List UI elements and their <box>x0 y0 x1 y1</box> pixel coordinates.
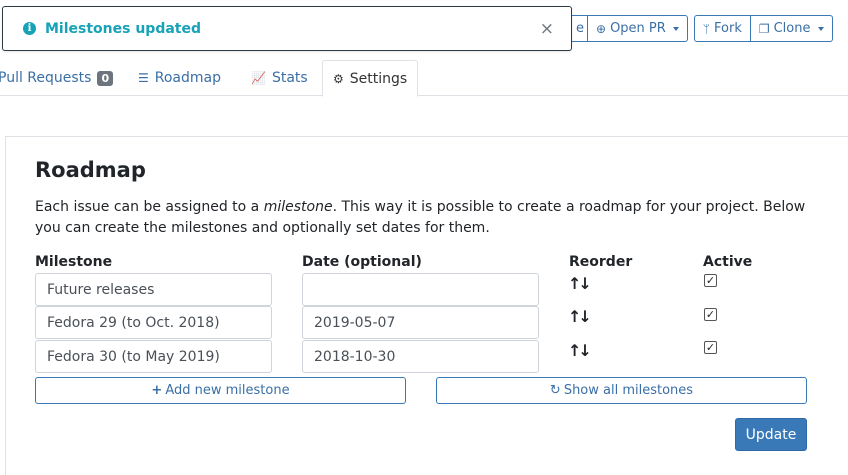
clone-button[interactable]: ❐ Clone <box>750 15 833 42</box>
show-all-label: Show all milestones <box>563 383 694 398</box>
update-button[interactable]: Update <box>735 418 807 451</box>
tab-label: Stats <box>271 70 308 86</box>
column-header-milestone: Milestone <box>35 254 113 270</box>
project-tabs: Pull Requests 0 ☰ Roadmap 📈 Stats ⚙ Sett… <box>0 60 848 97</box>
milestone-input[interactable]: Fedora 30 (to May 2019) <box>35 340 272 373</box>
active-checkbox[interactable]: ✓ <box>704 308 717 321</box>
circle-arrow-icon: ⊕ <box>596 21 607 36</box>
chart-icon: 📈 <box>251 71 266 85</box>
open-pr-button[interactable]: ⊕ Open PR <box>588 15 688 42</box>
tab-label: Settings <box>349 70 408 87</box>
show-all-milestones-button[interactable]: ↻ Show all milestones <box>436 377 807 404</box>
fork-button[interactable]: ᛘ Fork <box>693 15 751 42</box>
plus-icon: + <box>151 383 163 398</box>
column-header-reorder: Reorder <box>569 254 633 270</box>
page-title: Roadmap <box>35 158 146 182</box>
desc-emphasis: milestone <box>263 199 333 215</box>
add-milestone-button[interactable]: + Add new milestone <box>35 377 406 404</box>
tab-settings[interactable]: ⚙ Settings <box>322 60 419 97</box>
reorder-icon[interactable]: ↑↓ <box>568 307 592 326</box>
tab-label: Roadmap <box>154 70 221 86</box>
reorder-icon[interactable]: ↑↓ <box>568 274 592 293</box>
milestone-input[interactable]: Future releases <box>35 273 272 306</box>
refresh-icon: ↻ <box>549 383 561 398</box>
date-input[interactable] <box>302 273 539 306</box>
close-icon[interactable]: × <box>540 19 554 39</box>
tab-label: Pull Requests <box>0 70 92 86</box>
gears-icon: ⚙ <box>333 71 344 86</box>
toast-notification: i Milestones updated × <box>2 6 572 51</box>
roadmap-description: Each issue can be assigned to a mileston… <box>35 197 815 239</box>
signpost-icon: ☰ <box>138 71 149 85</box>
date-input[interactable]: 2018-10-30 <box>302 340 539 373</box>
desc-text: Each issue can be assigned to a <box>35 199 264 215</box>
active-checkbox[interactable]: ✓ <box>704 274 717 287</box>
toast-message: Milestones updated <box>45 20 202 37</box>
column-header-active: Active <box>703 254 753 270</box>
fork-label: Fork <box>714 21 742 36</box>
copy-icon: ❐ <box>758 21 770 36</box>
tab-roadmap[interactable]: ☰ Roadmap <box>138 60 221 96</box>
add-milestone-label: Add new milestone <box>165 383 290 398</box>
chevron-down-icon <box>817 26 824 31</box>
chevron-down-icon <box>672 26 679 31</box>
reorder-icon[interactable]: ↑↓ <box>568 341 592 360</box>
date-input[interactable]: 2019-05-07 <box>302 306 539 339</box>
partial-button-label: e <box>576 21 584 36</box>
tab-pull-requests[interactable]: Pull Requests 0 <box>0 60 114 96</box>
count-badge: 0 <box>97 70 114 86</box>
project-action-buttons: e ⊕ Open PR ᛘ Fork ❐ Clone <box>560 15 833 42</box>
active-checkbox[interactable]: ✓ <box>704 341 717 354</box>
info-icon: i <box>23 22 36 35</box>
milestone-input[interactable]: Fedora 29 (to Oct. 2018) <box>35 306 272 339</box>
clone-label: Clone <box>773 21 811 36</box>
fork-icon: ᛘ <box>702 21 710 36</box>
column-header-date: Date (optional) <box>302 254 422 270</box>
open-pr-label: Open PR <box>610 21 666 36</box>
tab-stats[interactable]: 📈 Stats <box>251 60 308 96</box>
